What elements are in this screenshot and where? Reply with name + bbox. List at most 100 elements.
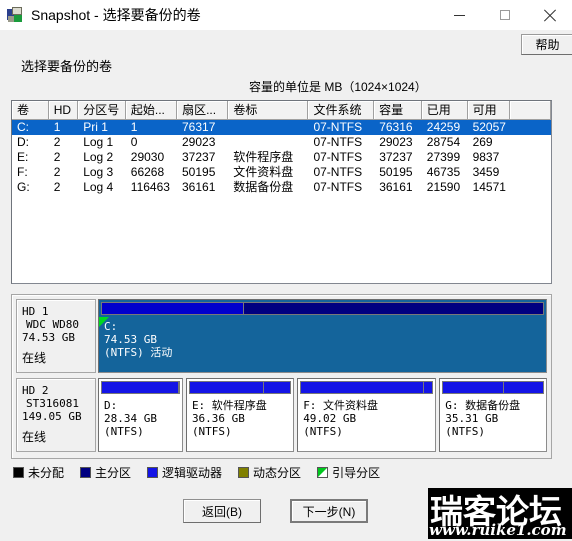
column-header-1[interactable]: HD <box>48 101 79 120</box>
usage-free-segment <box>423 382 433 393</box>
cell-卷标 <box>228 120 308 135</box>
partition-strip: D: 28.34 GB (NTFS) E: 软件程序盘 36.36 GB (NTFS) F:… <box>98 378 548 452</box>
partition-block[interactable]: D: 28.34 GB (NTFS) <box>98 378 183 452</box>
column-header-3[interactable]: 起始... <box>125 101 178 120</box>
cell-HD: 2 <box>53 150 61 164</box>
partition-line-3: (NTFS) 活动 <box>104 346 173 359</box>
partition-usage-bar <box>442 381 545 394</box>
partition-block[interactable]: F: 文件资料盘 49.02 GB (NTFS) <box>297 378 437 452</box>
legend-swatch-icon <box>80 467 92 478</box>
cell-卷: E: <box>17 150 29 164</box>
volume-list-header[interactable]: 卷 HD 分区号 起始... 扇区... 卷标 文件系统 容量 已用 可用 <box>12 101 551 120</box>
table-row[interactable]: E: 2 Log 2 29030 37237 软件程序盘 07-NTFS 37237 27399… <box>12 150 551 165</box>
table-row[interactable]: F: 2 Log 3 66268 50195 文件资料盘 07-NTFS 50195 46735… <box>12 165 551 180</box>
window-titlebar[interactable]: Snapshot - 选择要备份的卷 <box>0 0 572 30</box>
cell-起始...: 66268 <box>130 165 165 179</box>
cell- <box>510 135 551 150</box>
cell-扇区...: 36161 <box>182 180 216 194</box>
partition-block[interactable]: E: 软件程序盘 36.36 GB (NTFS) <box>185 378 295 452</box>
cell-卷: D: <box>17 135 29 149</box>
partition-details: C: 74.53 GB (NTFS) 活动 <box>99 317 546 372</box>
usage-used-segment <box>102 382 178 393</box>
cell-已用: 46735 <box>426 165 461 179</box>
maximize-icon <box>499 10 510 20</box>
column-header-9[interactable]: 可用 <box>467 101 510 120</box>
partition-line-1: F: 文件资料盘 <box>303 399 379 412</box>
partition-line-2: 36.36 GB <box>191 412 245 425</box>
cell-HD: 2 <box>53 135 61 149</box>
volume-list-body[interactable]: C: 1 Pri 1 1 76317 07-NTFS 76316 24259 52057 D: 2 L… <box>12 120 551 195</box>
legend-swatch-icon <box>13 467 24 478</box>
column-header-8[interactable]: 已用 <box>421 101 468 120</box>
column-header-6[interactable]: 文件系统 <box>308 101 375 120</box>
usage-free-segment <box>263 382 291 393</box>
close-button[interactable] <box>527 0 572 30</box>
partition-usage-bar <box>101 381 180 394</box>
maximize-button[interactable] <box>482 0 527 30</box>
partition-line-1: E: 软件程序盘 <box>191 399 267 412</box>
partition-line-1: G: 数据备份盘 <box>445 399 521 412</box>
volume-list[interactable]: 卷 HD 分区号 起始... 扇区... 卷标 文件系统 容量 已用 可用 C: 1 Pri 1 1 76… <box>11 100 552 284</box>
disk-map-panel[interactable]: HD 1 WDC WD80 74.53 GB 在线 C: 74.53 GB (NTFS) 活… <box>11 294 552 459</box>
minimize-button[interactable] <box>437 0 482 30</box>
partition-line-2: 74.53 GB <box>104 333 157 346</box>
table-row[interactable]: G: 2 Log 4 116463 36161 数据备份盘 07-NTFS 36161 2159… <box>12 180 551 195</box>
partition-line-3: (NTFS) <box>445 425 485 438</box>
column-header-7[interactable]: 容量 <box>374 101 422 120</box>
disk-row: HD 1 WDC WD80 74.53 GB 在线 C: 74.53 GB (NTFS) 活… <box>16 299 547 373</box>
column-header-4[interactable]: 扇区... <box>177 101 229 120</box>
disk-status: 在线 <box>22 351 47 365</box>
boot-partition-icon <box>99 317 109 327</box>
close-icon <box>543 9 556 22</box>
cell-卷: C: <box>17 120 29 134</box>
legend-label: 逻辑驱动器 <box>162 466 223 480</box>
column-header-5[interactable]: 卷标 <box>228 101 309 120</box>
cell- <box>510 180 551 195</box>
table-row[interactable]: D: 2 Log 1 0 29023 07-NTFS 29023 28754 269 <box>12 135 551 150</box>
legend-label: 动态分区 <box>253 466 302 480</box>
back-button[interactable]: 返回(B) <box>183 499 261 523</box>
partition-block[interactable]: G: 数据备份盘 35.31 GB (NTFS) <box>439 378 548 452</box>
dialog-client-area: 帮助 选择要备份的卷 容量的单位是 MB（1024×1024） 卷 HD 分区号 起始… <box>0 30 572 539</box>
cell-容量: 50195 <box>379 165 413 179</box>
disk-info: HD 2 ST316081 149.05 GB 在线 <box>16 378 96 452</box>
cell- <box>510 165 551 180</box>
cell- <box>510 120 551 135</box>
table-row[interactable]: C: 1 Pri 1 1 76317 07-NTFS 76316 24259 52057 <box>12 120 551 135</box>
cell-扇区...: 37237 <box>182 150 216 164</box>
legend-item: 动态分区 <box>238 464 301 481</box>
usage-free-segment <box>243 303 543 314</box>
usage-used-segment <box>102 303 244 314</box>
cell-文件系统: 07-NTFS <box>313 180 363 194</box>
partition-usage-bar <box>188 381 292 394</box>
cell-容量: 36161 <box>379 180 413 194</box>
disk-status: 在线 <box>22 430 47 444</box>
usage-used-segment <box>189 382 264 393</box>
cell-卷标: 文件资料盘 <box>233 165 294 179</box>
cell-分区号: Log 4 <box>83 180 114 194</box>
cell-已用: 21590 <box>426 180 461 194</box>
partition-block[interactable]: C: 74.53 GB (NTFS) 活动 <box>98 299 547 373</box>
help-button[interactable]: 帮助 <box>521 34 572 55</box>
cell-容量: 37237 <box>379 150 413 164</box>
cell-扇区...: 50195 <box>182 165 216 179</box>
column-header-0[interactable]: 卷 <box>12 101 49 120</box>
next-button[interactable]: 下一步(N) <box>290 499 368 523</box>
cell-文件系统: 07-NTFS <box>313 135 363 149</box>
disk-size: 74.53 GB <box>22 331 75 344</box>
cell-可用: 3459 <box>472 165 500 179</box>
legend-item: 主分区 <box>80 464 131 481</box>
legend-item: 未分配 <box>13 464 64 481</box>
column-header-10[interactable] <box>509 101 551 120</box>
cell-起始...: 29030 <box>130 150 165 164</box>
disk-name: HD 2 <box>22 384 49 397</box>
disk-name: HD 1 <box>22 305 49 318</box>
watermark-background <box>428 488 572 539</box>
cell-HD: 2 <box>53 180 61 194</box>
capacity-unit-note: 容量的单位是 MB（1024×1024） <box>249 80 427 94</box>
partition-details: G: 数据备份盘 35.31 GB (NTFS) <box>440 396 546 451</box>
disk-size: 149.05 GB <box>22 410 82 423</box>
column-header-2[interactable]: 分区号 <box>78 101 126 120</box>
legend: 未分配 主分区 逻辑驱动器 动态分区 引导分区 <box>13 464 396 481</box>
legend-label: 引导分区 <box>332 466 381 480</box>
